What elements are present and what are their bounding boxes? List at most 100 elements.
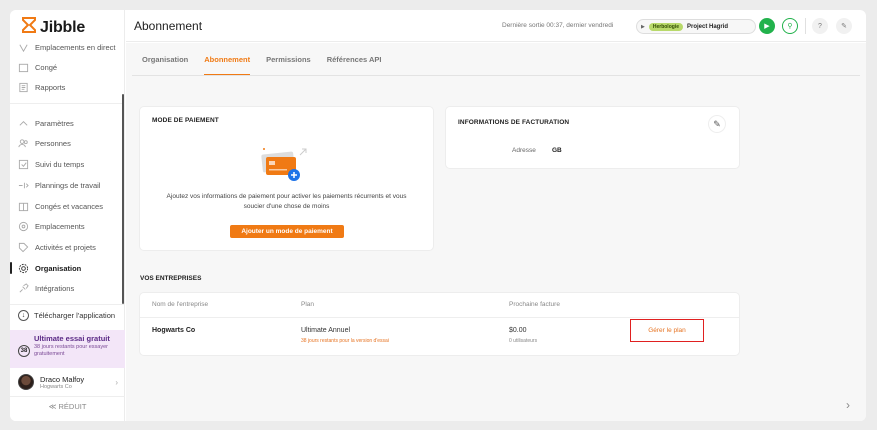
topbar-divider bbox=[805, 18, 806, 34]
sidebar-item-label: Congés et vacances bbox=[35, 201, 103, 211]
companies-table: Nom de l'entreprise Plan Prochaine factu… bbox=[140, 293, 739, 355]
user-menu[interactable]: Draco Malfoy Hogwarts Co › bbox=[18, 374, 118, 390]
schedule-icon bbox=[18, 180, 29, 191]
pin-icon bbox=[18, 221, 29, 232]
people-icon bbox=[18, 138, 29, 149]
credit-card-illustration-icon bbox=[256, 145, 316, 181]
time-tracking-icon bbox=[18, 159, 29, 170]
address-value: GB bbox=[552, 147, 562, 154]
tab-permissions[interactable]: Permissions bbox=[266, 55, 311, 75]
payment-card-title: MODE DE PAIEMENT bbox=[152, 117, 219, 124]
activity-tag: Herbologie bbox=[648, 22, 683, 31]
billing-card-title: INFORMATIONS DE FACTURATION bbox=[458, 119, 570, 126]
sidebar-item-live-locations[interactable]: Emplacements en direct bbox=[18, 40, 115, 54]
play-small-icon: ▶ bbox=[641, 23, 645, 30]
sidebar-divider bbox=[10, 396, 125, 397]
whats-new-button[interactable]: ✎ bbox=[836, 18, 852, 34]
column-header-invoice: Prochaine facture bbox=[509, 301, 560, 308]
tab-organisation[interactable]: Organisation bbox=[142, 55, 188, 75]
collapse-sidebar-button[interactable]: ≪ RÉDUIT bbox=[10, 402, 125, 411]
sidebar-item-leave[interactable]: Congé bbox=[18, 60, 57, 74]
plug-icon bbox=[18, 282, 29, 294]
chevron-right-icon[interactable]: › bbox=[846, 398, 850, 412]
address-label: Adresse bbox=[512, 147, 536, 154]
sidebar-item-settings[interactable]: Paramètres bbox=[18, 116, 74, 130]
logo-text: Jibble bbox=[40, 18, 86, 36]
download-label: Télécharger l'application bbox=[34, 311, 116, 320]
clock-in-button[interactable]: ▶ bbox=[759, 18, 775, 34]
table-divider bbox=[140, 317, 739, 318]
gear-icon bbox=[18, 263, 29, 274]
megaphone-icon: ✎ bbox=[841, 23, 847, 30]
logo[interactable]: Jibble bbox=[22, 17, 85, 38]
sidebar-item-label: Emplacements en direct bbox=[35, 42, 116, 52]
avatar bbox=[18, 374, 34, 390]
company-name: Hogwarts Co bbox=[152, 327, 196, 334]
payment-description: Ajoutez vos informations de paiement pou… bbox=[166, 193, 407, 210]
sidebar-item-reports[interactable]: Rapports bbox=[18, 80, 65, 94]
play-icon: ▶ bbox=[764, 23, 770, 30]
help-icon: ? bbox=[818, 22, 822, 30]
sidebar-item-leave-holidays[interactable]: Congés et vacances bbox=[18, 199, 103, 213]
sidebar-item-label: Intégrations bbox=[35, 283, 75, 293]
time-tracker[interactable]: ▶ Herbologie Project Hagrid bbox=[636, 19, 756, 34]
leave-icon bbox=[18, 201, 29, 212]
sidebar-item-label: Plannings de travail bbox=[35, 180, 101, 190]
sidebar-divider bbox=[10, 304, 125, 305]
app-window: Jibble Emplacements en direct Congé Rapp… bbox=[10, 10, 866, 421]
manage-plan-button[interactable]: Gérer le plan bbox=[630, 319, 704, 342]
sidebar-item-organisation[interactable]: Organisation bbox=[18, 261, 81, 275]
report-icon bbox=[18, 82, 29, 93]
pencil-icon: ✎ bbox=[713, 118, 721, 129]
help-button[interactable]: ? bbox=[812, 18, 828, 34]
sidebar-item-label: Suivi du temps bbox=[35, 159, 85, 169]
sidebar-item-integrations[interactable]: Intégrations bbox=[18, 281, 74, 295]
user-name: Draco Malfoy bbox=[40, 374, 85, 384]
sidebar-item-label: Emplacements bbox=[35, 221, 85, 231]
column-header-name: Nom de l'entreprise bbox=[152, 301, 209, 308]
tag-icon bbox=[18, 242, 29, 253]
calendar-icon bbox=[18, 62, 29, 73]
page-title: Abonnement bbox=[134, 19, 203, 33]
download-icon: ↓ bbox=[18, 310, 29, 321]
sidebar-item-activities-projects[interactable]: Activités et projets bbox=[18, 240, 96, 254]
sidebar-item-label: Organisation bbox=[35, 263, 82, 273]
trial-subtitle: 38 jours restants pour essayer gratuitem… bbox=[34, 344, 108, 357]
sidebar-scrollbar[interactable] bbox=[122, 94, 124, 304]
billing-info-card: INFORMATIONS DE FACTURATION ✎ Adresse GB bbox=[446, 107, 739, 168]
column-header-plan: Plan bbox=[301, 301, 315, 308]
user-org: Hogwarts Co bbox=[40, 383, 72, 390]
sidebar-item-time-tracking[interactable]: Suivi du temps bbox=[18, 157, 84, 171]
tab-bar: Organisation Abonnement Permissions Réfé… bbox=[142, 55, 381, 75]
sidebar-item-label: Congé bbox=[35, 62, 58, 72]
sidebar-divider bbox=[10, 103, 125, 104]
payment-method-card: MODE DE PAIEMENT Ajoutez vos information… bbox=[140, 107, 433, 250]
chevron-right-icon: › bbox=[115, 378, 118, 387]
sidebar-item-people[interactable]: Personnes bbox=[18, 136, 71, 150]
sidebar-item-label: Activités et projets bbox=[35, 242, 96, 252]
invoice-users: 0 utilisateurs bbox=[509, 338, 538, 344]
sidebar-item-work-schedules[interactable]: Plannings de travail bbox=[18, 178, 100, 192]
sidebar-item-label: Paramètres bbox=[35, 118, 74, 128]
plan-trial-remaining: 38 jours restants pour la version d'essa… bbox=[301, 338, 389, 344]
location-icon bbox=[18, 42, 29, 53]
add-payment-method-button[interactable]: Ajouter un mode de paiement bbox=[230, 225, 344, 238]
active-indicator bbox=[10, 262, 12, 274]
sidebar: Jibble Emplacements en direct Congé Rapp… bbox=[10, 10, 125, 421]
sidebar-item-label: Personnes bbox=[35, 138, 71, 148]
whos-in-button[interactable]: ⚲ bbox=[782, 18, 798, 34]
topbar: Abonnement Dernière sortie 00:37, dernie… bbox=[126, 10, 866, 42]
invoice-amount: $0.00 bbox=[509, 327, 527, 334]
edit-billing-button[interactable]: ✎ bbox=[708, 115, 726, 133]
project-name: Project Hagrid bbox=[686, 23, 728, 30]
trial-banner[interactable]: 38 Ultimate essai gratuit 38 jours resta… bbox=[10, 330, 125, 368]
sidebar-item-locations[interactable]: Emplacements bbox=[18, 219, 85, 233]
tab-subscription[interactable]: Abonnement bbox=[204, 55, 250, 75]
user-icon: ⚲ bbox=[787, 23, 793, 30]
hourglass-logo-icon bbox=[22, 17, 36, 38]
plan-name: Ultimate Annuel bbox=[301, 327, 351, 334]
last-clock-out: Dernière sortie 00:37, dernier vendredi bbox=[502, 22, 614, 29]
download-app-link[interactable]: ↓ Télécharger l'application bbox=[18, 310, 115, 321]
trial-title: Ultimate essai gratuit bbox=[34, 334, 110, 343]
tab-api-references[interactable]: Références API bbox=[327, 55, 382, 75]
